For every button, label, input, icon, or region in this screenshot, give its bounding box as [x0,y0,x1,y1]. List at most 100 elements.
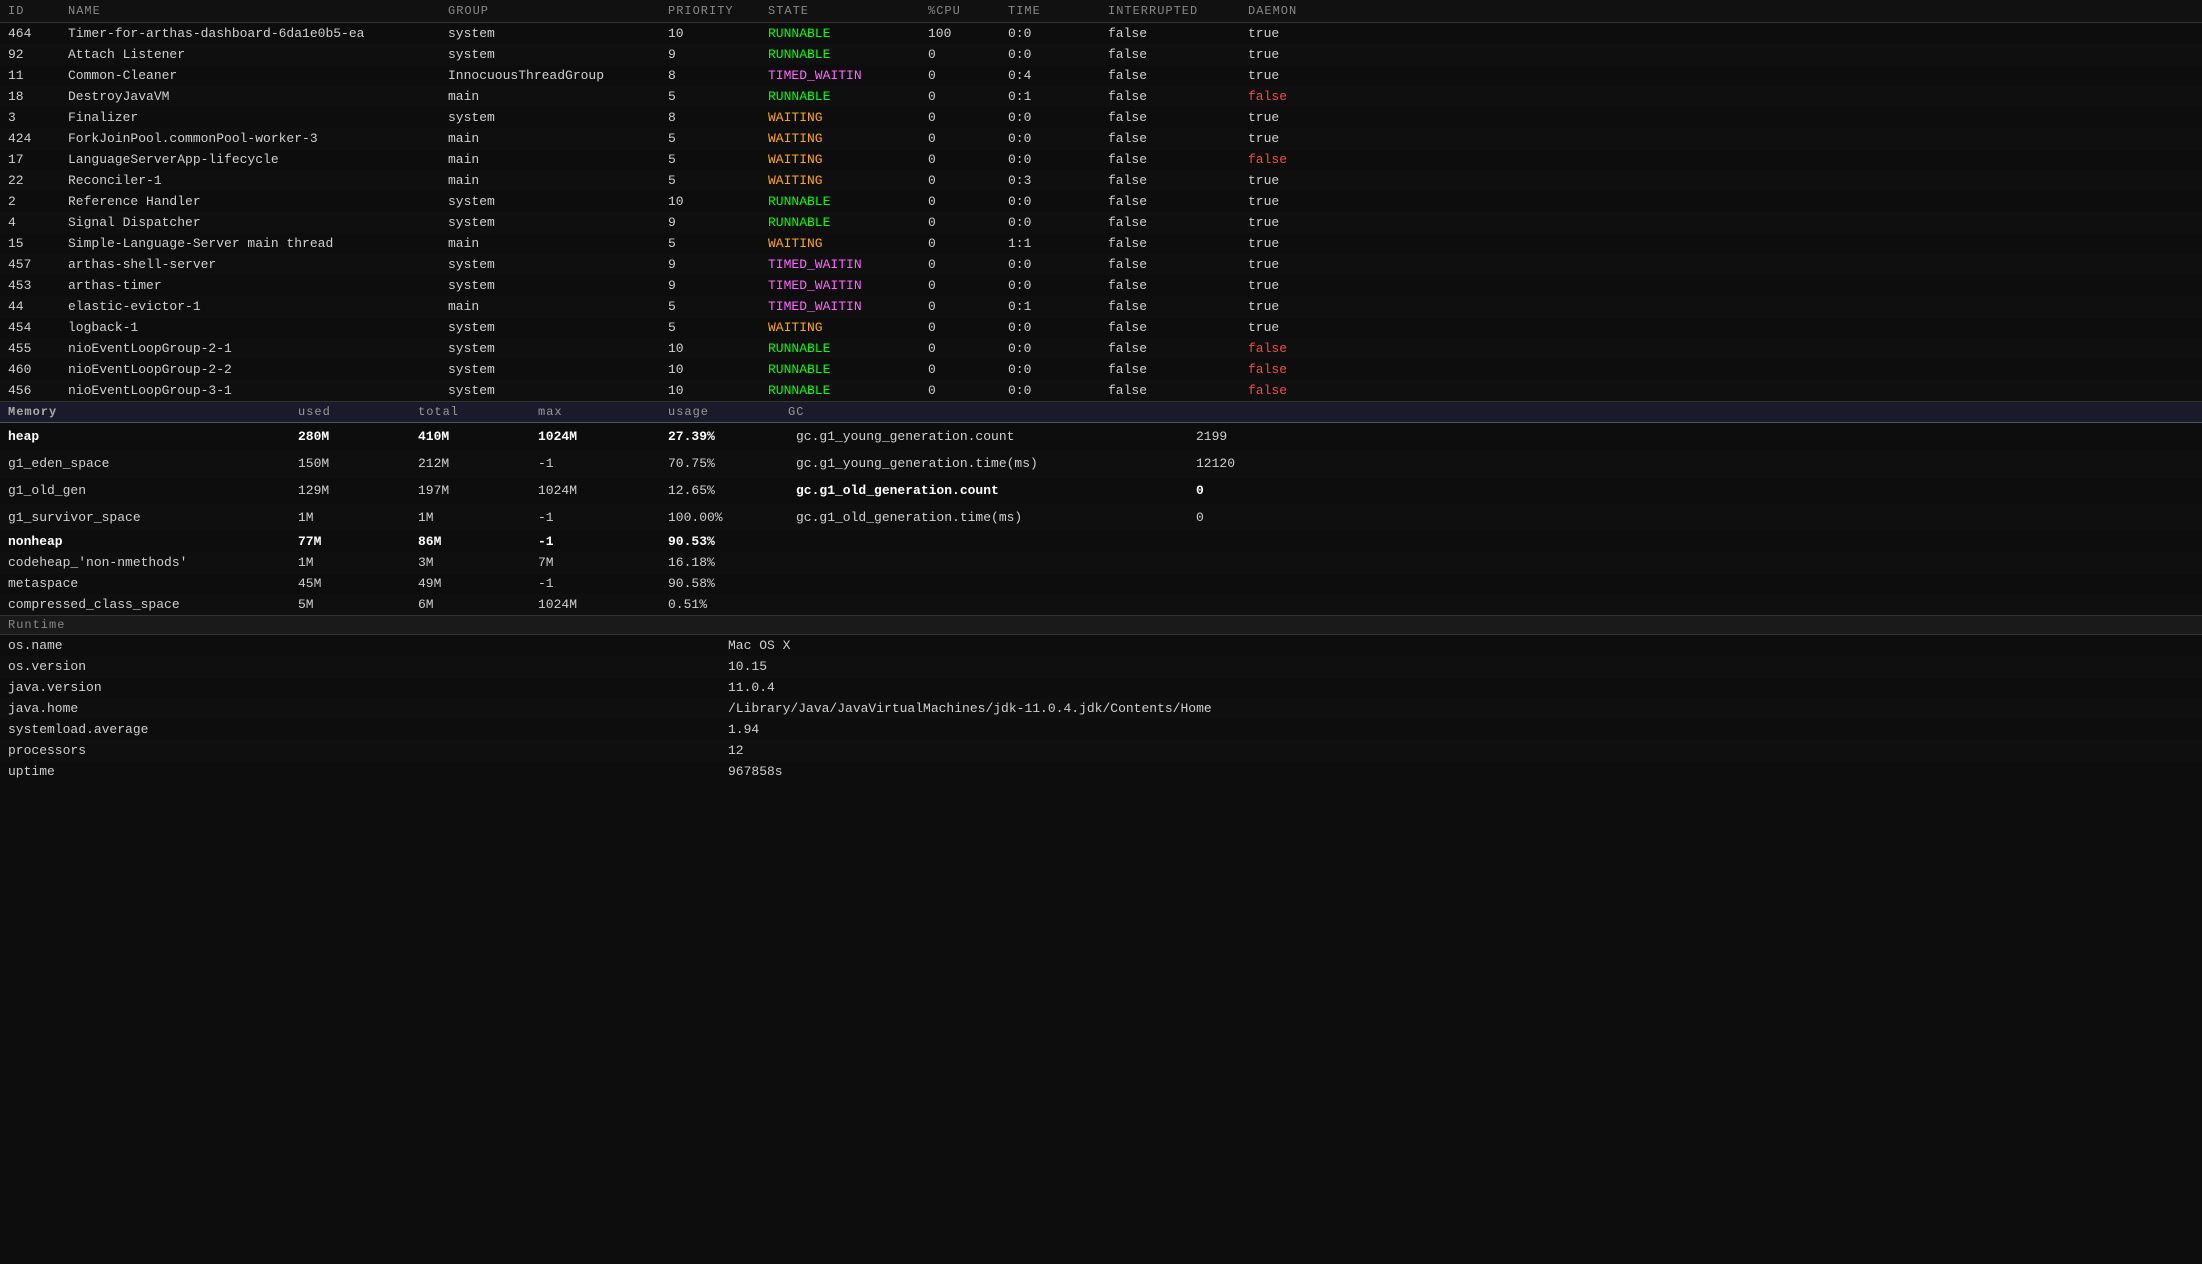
thread-name: arthas-timer [60,275,440,296]
thread-time: 0:3 [1000,170,1100,191]
mem-gc [780,581,2202,587]
thread-time: 0:0 [1000,338,1100,359]
mem-used: 150M [290,453,410,474]
mem-name: codeheap_'non-nmethods' [0,552,290,573]
mem-name: metaspace [0,573,290,594]
thread-time: 0:1 [1000,296,1100,317]
thread-time: 0:0 [1000,359,1100,380]
thread-interrupted: false [1100,128,1240,149]
thread-priority: 9 [660,254,760,275]
thread-priority: 10 [660,338,760,359]
mem-hdr-name: Memory [0,402,290,422]
thread-daemon: false [1240,359,2202,380]
thread-state: WAITING [760,107,920,128]
col-group: GROUP [440,0,660,23]
memory-row: compressed_class_space 5M 6M 1024M 0.51% [0,594,2202,615]
table-row: 457 arthas-shell-server system 9 TIMED_W… [0,254,2202,275]
thread-interrupted: false [1100,212,1240,233]
col-time: TIME [1000,0,1100,23]
thread-daemon: true [1240,170,2202,191]
col-name: NAME [60,0,440,23]
mem-hdr-gc: GC [780,402,812,422]
thread-id: 456 [0,380,60,401]
thread-daemon: false [1240,86,2202,107]
thread-group: main [440,296,660,317]
mem-used: 1M [290,552,410,573]
table-row: 15 Simple-Language-Server main thread ma… [0,233,2202,254]
thread-group: system [440,317,660,338]
thread-interrupted: false [1100,380,1240,401]
thread-interrupted: false [1100,65,1240,86]
mem-gc: gc.g1_young_generation.count 2199 [780,423,2202,450]
runtime-row: os.name Mac OS X [0,635,2202,656]
thread-interrupted: false [1100,86,1240,107]
table-row: 424 ForkJoinPool.commonPool-worker-3 mai… [0,128,2202,149]
thread-cpu: 0 [920,212,1000,233]
runtime-key: os.name [0,635,720,656]
runtime-row: systemload.average 1.94 [0,719,2202,740]
mem-total: 86M [410,531,530,552]
mem-max: -1 [530,507,660,528]
thread-time: 0:0 [1000,44,1100,65]
table-row: 460 nioEventLoopGroup-2-2 system 10 RUNN… [0,359,2202,380]
thread-id: 424 [0,128,60,149]
runtime-row: processors 12 [0,740,2202,761]
thread-interrupted: false [1100,44,1240,65]
thread-cpu: 0 [920,275,1000,296]
thread-name: Signal Dispatcher [60,212,440,233]
mem-usage: 16.18% [660,552,780,573]
mem-used: 45M [290,573,410,594]
thread-cpu: 0 [920,317,1000,338]
mem-used: 280M [290,426,410,447]
thread-name: Attach Listener [60,44,440,65]
thread-daemon: true [1240,233,2202,254]
mem-used: 5M [290,594,410,615]
mem-used: 77M [290,531,410,552]
thread-group: system [440,380,660,401]
thread-name: logback-1 [60,317,440,338]
mem-usage: 27.39% [660,426,780,447]
mem-usage: 90.53% [660,531,780,552]
thread-priority: 5 [660,170,760,191]
dashboard: ID NAME GROUP PRIORITY STATE %CPU TIME I… [0,0,2202,782]
thread-name: elastic-evictor-1 [60,296,440,317]
thread-id: 15 [0,233,60,254]
gc-name: gc.g1_old_generation.time(ms) [788,507,1188,528]
thread-cpu: 0 [920,359,1000,380]
thread-daemon: true [1240,128,2202,149]
thread-priority: 10 [660,359,760,380]
thread-state: TIMED_WAITIN [760,254,920,275]
thread-interrupted: false [1100,149,1240,170]
mem-hdr-max: max [530,402,660,422]
thread-name: Reference Handler [60,191,440,212]
gc-value: 0 [1188,480,1212,501]
mem-gc: gc.g1_old_generation.time(ms) 0 [780,504,2202,531]
thread-daemon: true [1240,23,2202,45]
thread-time: 0:1 [1000,86,1100,107]
table-row: 454 logback-1 system 5 WAITING 0 0:0 fal… [0,317,2202,338]
mem-hdr-used: used [290,402,410,422]
thread-priority: 5 [660,296,760,317]
mem-gc [780,539,2202,545]
thread-table: ID NAME GROUP PRIORITY STATE %CPU TIME I… [0,0,2202,401]
thread-time: 0:0 [1000,128,1100,149]
thread-state: RUNNABLE [760,380,920,401]
thread-name: Common-Cleaner [60,65,440,86]
thread-time: 0:0 [1000,191,1100,212]
thread-id: 460 [0,359,60,380]
thread-state: TIMED_WAITIN [760,65,920,86]
mem-total: 6M [410,594,530,615]
thread-name: Simple-Language-Server main thread [60,233,440,254]
gc-name: gc.g1_young_generation.count [788,426,1188,447]
gc-value: 0 [1188,507,1212,528]
thread-name: DestroyJavaVM [60,86,440,107]
mem-usage: 100.00% [660,507,780,528]
thread-interrupted: false [1100,170,1240,191]
table-row: 18 DestroyJavaVM main 5 RUNNABLE 0 0:1 f… [0,86,2202,107]
thread-time: 0:0 [1000,212,1100,233]
runtime-key: systemload.average [0,719,720,740]
runtime-key: processors [0,740,720,761]
thread-group: main [440,149,660,170]
memory-section: Memory used total max usage GC heap 280M… [0,401,2202,615]
runtime-value: 10.15 [720,656,2202,677]
